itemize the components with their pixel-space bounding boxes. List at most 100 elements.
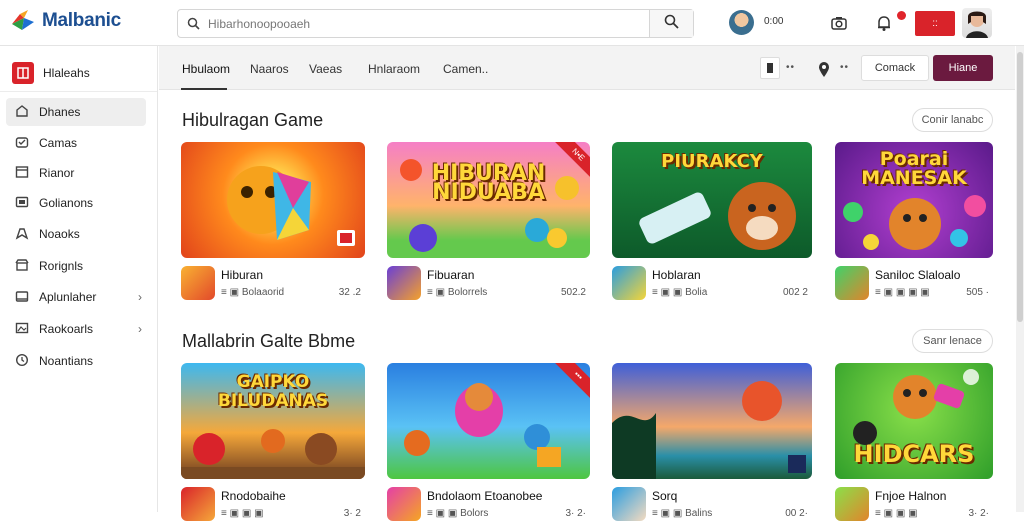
search-input[interactable]: Hibarhonoopooaeh [177, 9, 694, 38]
sidebar-item-label: Camas [39, 136, 78, 150]
app-icon [612, 266, 646, 300]
game-art [612, 381, 806, 479]
camera-icon[interactable] [830, 14, 848, 32]
app-rating: 002 2 [782, 287, 808, 298]
active-tab-indicator [181, 88, 227, 90]
more-options-icon[interactable]: •• [786, 62, 795, 73]
sidebar-item-label: Golianons [39, 196, 94, 210]
sidebar-item-label: Rorignls [39, 259, 84, 273]
folder-icon [15, 289, 29, 306]
app-meta: ≡ ▣ ▣ Bolia [652, 287, 708, 298]
see-all-button[interactable]: Conir lanabc [912, 108, 993, 132]
game-art [639, 182, 796, 250]
app-icon [612, 487, 646, 521]
profile-avatar[interactable] [962, 8, 992, 38]
chevron-right-icon: › [138, 322, 142, 336]
bookmark-icon [15, 226, 29, 243]
connect-button[interactable]: Comack [861, 55, 929, 81]
game-thumbnail[interactable]: GAIPKO BILUDANAS [181, 363, 365, 479]
sidebar-item-label: Raokoarls [39, 322, 94, 336]
notification-badge [897, 11, 906, 20]
app-rating: 3· 2· [968, 508, 989, 519]
sidebar-item-golianons[interactable]: Golianons [6, 189, 146, 217]
app-rating: 3· 2· [565, 508, 586, 519]
app-meta: ≡ ▣ ▣ ▣ [221, 508, 264, 519]
primary-action-label: Hiane [948, 62, 978, 74]
app-name: Sorq [652, 489, 678, 503]
top-bar: Malbanic Hibarhonoopooaeh 0:00 :: [0, 0, 1024, 46]
game-thumbnail[interactable]: HIDCARS [835, 363, 993, 479]
app-rating: 505 · [966, 287, 989, 298]
divider [0, 91, 157, 92]
sidebar-item-label: Aplunlaher [39, 290, 97, 304]
sidebar-item-raokoarls[interactable]: Raokoarls › [6, 315, 146, 343]
app-icon [181, 266, 215, 300]
app-name: Bndolaom Etoanobee [427, 489, 543, 503]
sidebar-item-camas[interactable]: Camas [6, 129, 146, 157]
channel-avatar[interactable] [729, 10, 754, 35]
chevron-right-icon: › [138, 290, 142, 304]
game-thumbnail[interactable]: PIURAKCY [612, 142, 812, 258]
sidebar-item-label: Noaoks [39, 227, 80, 241]
tab-hnlaraom[interactable]: Hnlaraom [368, 62, 420, 76]
sidebar-header[interactable]: Hlaleahs [12, 62, 90, 84]
app-meta: ≡ ▣ ▣ Balins [652, 508, 713, 519]
sidebar-item-noaoks[interactable]: Noaoks [6, 220, 146, 248]
sidebar-item-label: Dhanes [39, 105, 81, 119]
app-icon [181, 487, 215, 521]
see-all-label: Sanr lenace [923, 335, 982, 347]
sidebar-header-label: Hlaleahs [43, 66, 90, 80]
view-toggle-button[interactable] [760, 57, 780, 79]
game-art [404, 383, 561, 467]
sidebar: Hlaleahs Dhanes Camas Rianor Golianons N… [0, 46, 158, 512]
gamepad-icon [15, 135, 29, 152]
app-logo[interactable]: Malbanic [10, 8, 121, 34]
app-meta: ≡ ▣ ▣ ▣ [875, 508, 918, 519]
upload-button[interactable]: :: [915, 11, 955, 36]
bell-icon[interactable] [875, 14, 893, 32]
sidebar-item-label: Rianor [39, 166, 75, 180]
app-icon [835, 487, 869, 521]
app-name: Saniloc Slaloalo [875, 268, 961, 282]
sidebar-item-noantians[interactable]: Noantians [6, 347, 146, 375]
game-art [853, 369, 979, 445]
app-meta: ≡ ▣ ▣ Bolors [427, 508, 489, 519]
tab-naaros[interactable]: Naaros [250, 62, 289, 76]
app-icon [835, 266, 869, 300]
sidebar-item-dhanes[interactable]: Dhanes [6, 98, 146, 126]
location-pin-icon[interactable] [816, 60, 834, 78]
game-thumbnail[interactable]: ••• [387, 363, 590, 479]
app-rating: 502.2 [560, 287, 586, 298]
section-title: Hibulragan Game [182, 110, 324, 130]
connect-button-label: Comack [874, 62, 916, 74]
tab-camen[interactable]: Camen.. [443, 62, 488, 76]
game-art [400, 159, 579, 252]
game-thumbnail[interactable]: HIBURAN NIDUABA N•E [387, 142, 590, 258]
calendar-icon [15, 165, 29, 182]
more-options-icon[interactable]: •• [840, 62, 849, 73]
sidebar-item-label: Noantians [39, 354, 94, 368]
tab-vaeas[interactable]: Vaeas [309, 62, 342, 76]
app-rating: 32 .2 [338, 287, 361, 298]
game-thumbnail[interactable] [181, 142, 365, 258]
app-name: Fnjoe Halnon [875, 489, 947, 503]
upload-button-label: :: [932, 18, 938, 29]
see-all-button[interactable]: Sanr lenace [912, 329, 993, 353]
game-thumbnail[interactable]: Poarai MANESAK [835, 142, 993, 258]
tab-hbulaom[interactable]: Hbulaom [182, 62, 230, 76]
search-button[interactable] [649, 10, 693, 37]
primary-action-button[interactable]: Hiane [933, 55, 993, 81]
app-name: Malbanic [42, 10, 121, 31]
sidebar-item-rianor[interactable]: Rianor [6, 159, 146, 187]
scrollbar-thumb[interactable] [1017, 52, 1023, 322]
game-thumbnail[interactable] [612, 363, 812, 479]
sidebar-item-aplunlaher[interactable]: Aplunlaher › [6, 283, 146, 311]
gallery-icon [15, 321, 29, 338]
sidebar-item-rorignls[interactable]: Rorignls [6, 252, 146, 280]
app-meta: ≡ ▣ Bolaaorid [221, 287, 285, 298]
app-name: Hiburan [221, 268, 264, 282]
see-all-label: Conir lanabc [921, 114, 984, 126]
app-icon [387, 487, 421, 521]
store-icon [15, 258, 29, 275]
search-icon [664, 14, 679, 34]
